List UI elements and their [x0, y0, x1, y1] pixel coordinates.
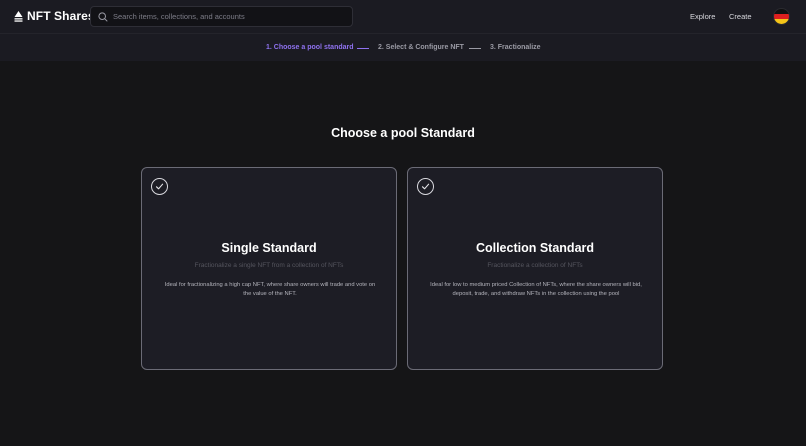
brand-logo[interactable]: NFT Shares [14, 9, 95, 23]
step-connector [357, 47, 369, 49]
card-title: Collection Standard [475, 241, 595, 255]
card-description: Ideal for low to medium priced Collectio… [430, 282, 642, 297]
check-circle-icon [417, 178, 434, 195]
top-navigation-bar: NFT Shares Explore Create [0, 0, 806, 33]
search-input[interactable] [113, 12, 343, 21]
nav-explore-link[interactable]: Explore [690, 12, 715, 21]
brand-name: NFT Shares [27, 9, 95, 23]
step-connector [469, 47, 481, 49]
search-icon [98, 11, 108, 22]
nav-create-link[interactable]: Create [729, 12, 752, 21]
search-box[interactable] [90, 6, 353, 27]
page-title: Choose a pool Standard [331, 126, 475, 140]
card-subtitle: Fractionalize a collection of NFTs [487, 262, 583, 269]
step-select-configure-nft[interactable]: 2. Select & Configure NFT [378, 44, 464, 51]
progress-stepper: 1. Choose a pool standard 2. Select & Co… [0, 33, 806, 61]
collection-standard-card[interactable]: Collection Standard Fractionalize a coll… [407, 167, 663, 370]
nft-shares-logo-icon [14, 10, 23, 22]
step-choose-pool-standard[interactable]: 1. Choose a pool standard [266, 44, 354, 51]
card-description: Ideal for fractionalizing a high cap NFT… [164, 282, 376, 297]
card-subtitle: Fractionalize a single NFT from a collec… [194, 262, 344, 269]
user-avatar[interactable] [774, 9, 789, 24]
single-standard-card[interactable]: Single Standard Fractionalize a single N… [141, 167, 397, 370]
step-fractionalize[interactable]: 3. Fractionalize [490, 44, 541, 51]
check-circle-icon [151, 178, 168, 195]
card-title: Single Standard [221, 241, 317, 255]
